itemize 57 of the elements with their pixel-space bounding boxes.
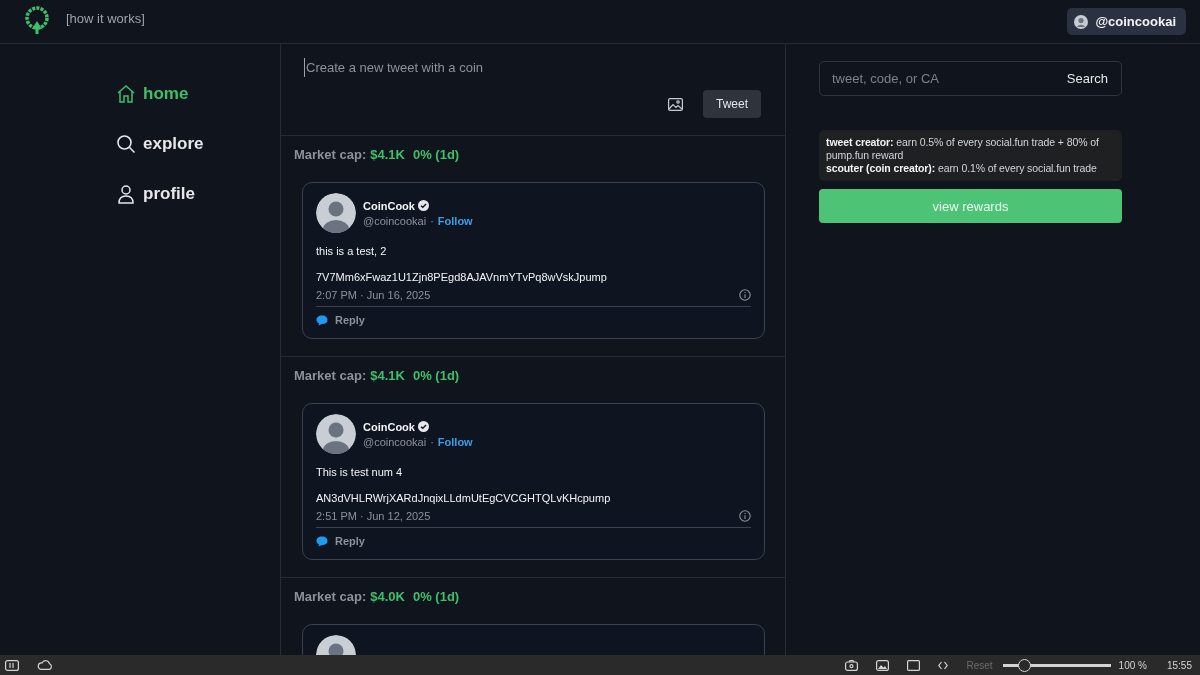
tweet-time: 2:07 PM · Jun 16, 2025	[316, 289, 431, 301]
image-icon[interactable]	[876, 659, 890, 671]
market-cap-value: $4.1K	[370, 368, 405, 383]
search-field[interactable]: tweet, code, or CA Search	[819, 61, 1122, 96]
market-cap-label: Market cap:	[294, 589, 367, 604]
info-icon[interactable]	[739, 289, 751, 301]
pause-icon[interactable]	[5, 659, 19, 671]
tweet-button[interactable]: Tweet	[703, 90, 761, 118]
reply-button[interactable]: Reply	[316, 535, 365, 547]
nav-item[interactable]: home	[116, 80, 189, 108]
rewards-info-text: scouter (coin creator): earn 0.1% of every social.fun trade	[826, 162, 1098, 175]
price-change: 0% (1d)	[412, 368, 460, 383]
contract-address: AN3dVHLRWrjXARdJnqixLLdmUtEgCVCGHTQLvKHcpump	[316, 492, 612, 504]
info-icon[interactable]	[739, 510, 751, 522]
author-name: CoinCook	[363, 199, 415, 212]
avatar-icon	[1074, 14, 1089, 29]
speech-bubble-icon	[316, 535, 328, 547]
tweet-input[interactable]: Create a new tweet with a coin	[304, 58, 761, 77]
account-button[interactable]: @coincookai	[1067, 8, 1186, 35]
price-change: 0% (1d)	[412, 147, 460, 162]
verified-icon	[417, 200, 429, 211]
market-cap-label: Market cap:	[294, 147, 367, 162]
separator-dot: ·	[430, 435, 434, 448]
image-icon[interactable]	[668, 97, 683, 111]
camera-icon[interactable]	[845, 659, 859, 671]
nav-item[interactable]: explore	[116, 130, 204, 158]
tweet-time: 2:51 PM · Jun 12, 2025	[316, 510, 431, 522]
zoom-percentage: 100 %	[1118, 659, 1147, 671]
cloud-icon[interactable]	[37, 660, 53, 670]
verified-icon	[417, 421, 429, 432]
how-it-works-link[interactable]: [how it works]	[66, 11, 145, 26]
market-cap-value: $4.0K	[370, 589, 405, 604]
person-icon	[116, 184, 136, 204]
search-button[interactable]: Search	[1066, 71, 1108, 86]
follow-link[interactable]: Follow	[437, 214, 473, 227]
slider-thumb[interactable]	[1018, 658, 1032, 672]
reply-button[interactable]: Reply	[316, 314, 365, 326]
avatar-icon[interactable]	[316, 193, 356, 233]
price-change: 0% (1d)	[412, 589, 460, 604]
code-icon[interactable]	[938, 660, 949, 670]
market-cap-label: Market cap:	[294, 368, 367, 383]
search-icon	[116, 134, 136, 154]
tweet-text: this is a test, 2	[316, 245, 388, 257]
follow-link[interactable]: Follow	[437, 435, 473, 448]
nav-item[interactable]: profile	[116, 180, 195, 208]
author-handle: @coincookai	[363, 214, 427, 227]
separator-dot: ·	[430, 214, 434, 227]
tweet-text: This is test num 4	[316, 466, 404, 478]
window-icon[interactable]	[907, 659, 921, 671]
clock-time: 15:55	[1166, 659, 1192, 671]
speech-bubble-icon	[316, 314, 328, 326]
market-cap-value: $4.1K	[370, 147, 405, 162]
avatar-icon[interactable]	[316, 414, 356, 454]
author-name: CoinCook	[363, 420, 415, 433]
contract-address: 7V7Mm6xFwaz1U1Zjn8PEgd8AJAVnmYTvPq8wVskJpump	[316, 271, 608, 283]
author-handle: @coincookai	[363, 435, 427, 448]
home-icon	[116, 84, 136, 104]
